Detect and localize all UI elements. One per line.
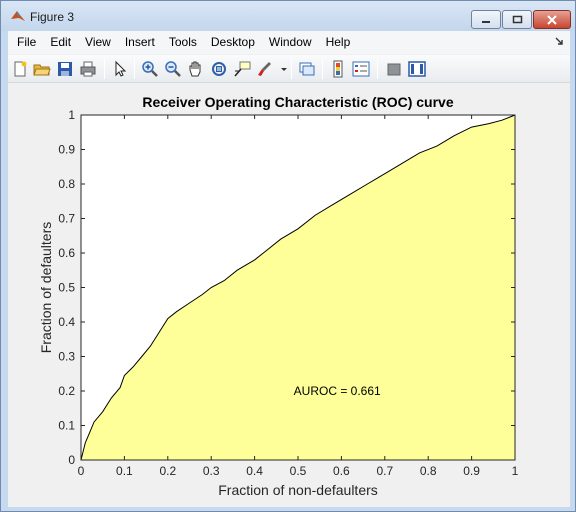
menu-bar: File Edit View Insert Tools Desktop Wind… (8, 31, 570, 54)
minimize-button[interactable] (471, 10, 501, 29)
y-tick-label: 0.8 (58, 177, 75, 191)
dock-arrow-icon[interactable] (555, 37, 564, 46)
y-tick-label: 0.2 (58, 384, 75, 398)
zoom-in-icon[interactable] (141, 60, 159, 78)
close-icon (547, 14, 557, 25)
menu-view[interactable]: View (78, 31, 118, 54)
menu-tools[interactable]: Tools (162, 31, 204, 54)
x-tick-label: 0.2 (159, 464, 176, 478)
open-file-icon[interactable] (33, 60, 51, 78)
x-tick-label: 0.9 (463, 464, 480, 478)
x-tick-label: 0.6 (333, 464, 350, 478)
maximize-button[interactable] (502, 10, 532, 29)
menu-file[interactable]: File (8, 31, 43, 54)
matlab-logo-icon (11, 11, 25, 21)
zoom-out-icon[interactable] (164, 60, 182, 78)
link-plot-icon[interactable] (298, 60, 316, 78)
x-tick-label: 0.4 (246, 464, 263, 478)
roc-chart[interactable]: 0 0.1 0.2 0.3 0.4 0.5 0.6 0.7 0.8 0.9 1 0 0.1 0.2 0.3 0… (8, 84, 570, 507)
chart-title: Receiver Operating Characteristic (ROC) … (142, 94, 453, 110)
y-tick-label: 1 (68, 108, 75, 122)
new-figure-icon[interactable] (11, 60, 29, 78)
x-tick-label: 0.5 (290, 464, 307, 478)
print-icon[interactable] (79, 60, 97, 78)
y-tick-label: 0 (68, 453, 75, 467)
y-tick-label: 0.9 (58, 143, 75, 157)
title-bar[interactable]: Figure 3 (1, 1, 575, 31)
menu-window[interactable]: Window (262, 31, 319, 54)
pointer-icon[interactable] (111, 60, 129, 78)
minimize-icon (482, 20, 490, 23)
y-tick-label: 0.1 (58, 419, 75, 433)
x-tick-label: 0 (78, 464, 85, 478)
window-title: Figure 3 (30, 10, 75, 24)
menu-insert[interactable]: Insert (118, 31, 162, 54)
brush-icon[interactable] (256, 60, 274, 78)
y-axis-label: Fraction of defaulters (38, 222, 54, 354)
figure-client-area: File Edit View Insert Tools Desktop Wind… (8, 31, 570, 507)
close-button[interactable] (533, 10, 571, 29)
pan-icon[interactable] (187, 60, 205, 78)
x-tick-label: 0.7 (376, 464, 393, 478)
y-tick-label: 0.3 (58, 350, 75, 364)
x-tick-label: 0.8 (420, 464, 437, 478)
brush-dropdown-icon[interactable] (275, 60, 287, 78)
maximize-icon (512, 15, 522, 24)
y-tick-label: 0.7 (58, 212, 75, 226)
x-tick-label: 0.3 (203, 464, 220, 478)
auroc-annotation: AUROC = 0.661 (294, 384, 381, 398)
rotate-3d-icon[interactable] (210, 60, 228, 78)
figure-canvas: 0 0.1 0.2 0.3 0.4 0.5 0.6 0.7 0.8 0.9 1 0 0.1 0.2 0.3 0… (8, 84, 570, 507)
y-tick-label: 0.6 (58, 246, 75, 260)
y-tick-label: 0.4 (58, 315, 75, 329)
save-icon[interactable] (56, 60, 74, 78)
figure-window: Figure 3 File Edit View Insert Tools Des… (0, 0, 576, 512)
data-cursor-icon[interactable] (233, 60, 251, 78)
x-tick-label: 1 (512, 464, 519, 478)
figure-toolbar (8, 55, 570, 83)
show-plot-tools-icon[interactable] (408, 60, 426, 78)
x-tick-label: 0.1 (116, 464, 133, 478)
legend-icon[interactable] (352, 60, 370, 78)
hide-plot-tools-icon[interactable] (385, 60, 403, 78)
x-axis-label: Fraction of non-defaulters (218, 482, 378, 498)
menu-edit[interactable]: Edit (43, 31, 78, 54)
colorbar-icon[interactable] (329, 60, 347, 78)
y-tick-label: 0.5 (58, 281, 75, 295)
menu-help[interactable]: Help (319, 31, 358, 54)
menu-desktop[interactable]: Desktop (204, 31, 262, 54)
